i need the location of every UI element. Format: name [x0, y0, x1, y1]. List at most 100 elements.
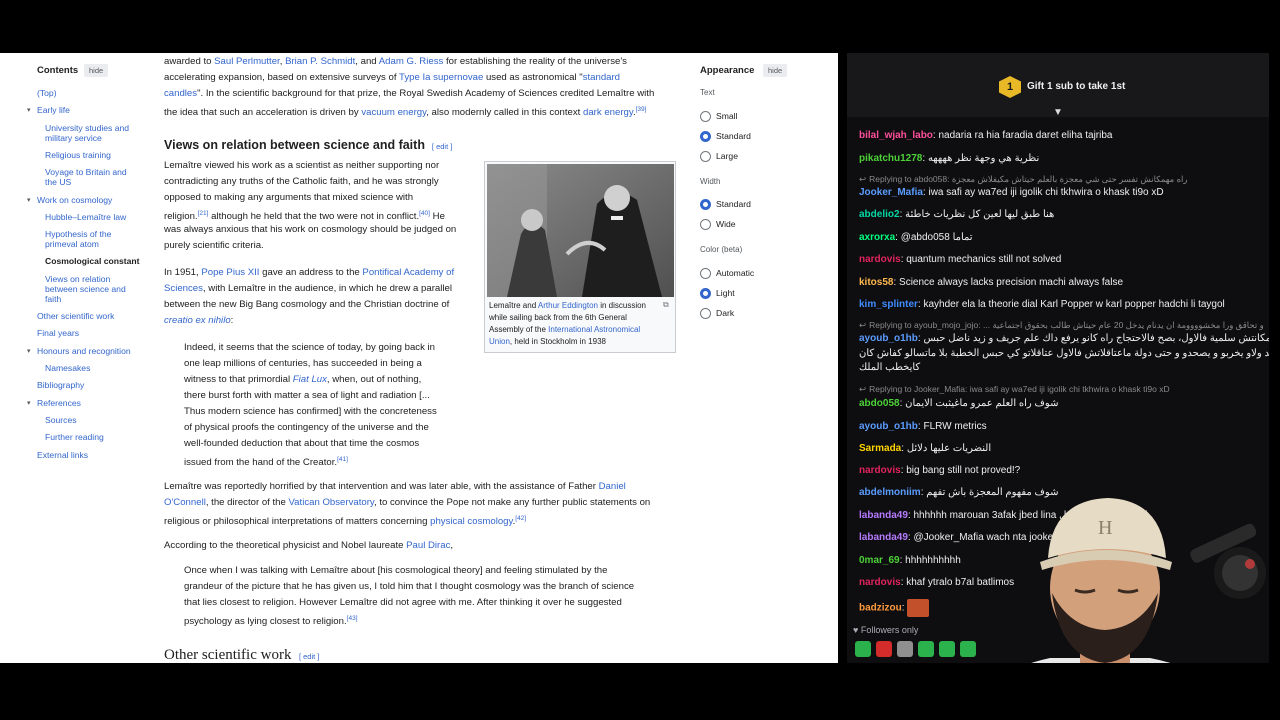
toc-item[interactable]: the US — [45, 177, 71, 187]
chevron-down-icon[interactable]: ▾ — [27, 106, 31, 114]
chat-username[interactable]: Jooker_Mafia — [859, 187, 923, 198]
chat-username[interactable]: abdo058 — [859, 398, 900, 409]
appearance-hide-button[interactable]: hide — [763, 64, 788, 77]
text-size-radio[interactable] — [700, 131, 711, 142]
toc-item[interactable]: Bibliography — [37, 380, 84, 390]
chat-username[interactable]: abdelio2 — [859, 209, 900, 220]
color-radio[interactable] — [700, 308, 711, 319]
wiki-link[interactable]: Type Ia supernovae — [399, 72, 483, 83]
toc-item[interactable]: References — [37, 398, 81, 408]
toc-item[interactable]: Further reading — [45, 432, 104, 442]
text-size-option[interactable]: Standard — [716, 131, 751, 141]
toc-item[interactable]: External links — [37, 450, 88, 460]
chat-username[interactable]: Sarmada — [859, 443, 901, 454]
chat-username[interactable]: ayoub_o1hb — [859, 333, 918, 344]
width-radio[interactable] — [700, 219, 711, 230]
toc-item[interactable]: Other scientific work — [37, 311, 114, 321]
wiki-link[interactable]: creatio ex nihilo — [164, 315, 231, 326]
wiki-link[interactable]: Pope Pius XII — [201, 267, 259, 278]
wiki-link[interactable]: Adam G. Riess — [379, 56, 444, 67]
toc-item[interactable]: Religious training — [45, 150, 111, 160]
toc-item[interactable]: Namesakes — [45, 363, 90, 373]
chat-username[interactable]: nardovis — [859, 577, 901, 588]
wiki-link[interactable]: O'Connell — [164, 497, 206, 508]
wiki-link[interactable]: International Astronomical — [548, 325, 640, 334]
wiki-link[interactable]: Sciences — [164, 283, 203, 294]
gift-sub-text[interactable]: Gift 1 sub to take 1st — [1027, 81, 1125, 92]
chat-username[interactable]: nardovis — [859, 465, 901, 476]
toc-item[interactable]: primeval atom — [45, 239, 99, 249]
toc-item[interactable]: Final years — [37, 328, 79, 338]
chat-username[interactable]: badzizou — [859, 603, 902, 614]
toc-item[interactable]: Views on relation — [45, 274, 110, 284]
wiki-link[interactable]: Saul Perlmutter — [214, 56, 280, 67]
edit-link-2[interactable]: [ edit ] — [299, 652, 319, 661]
toc-item[interactable]: Sources — [45, 415, 77, 425]
width-option[interactable]: Wide — [716, 219, 736, 229]
expand-icon[interactable]: ⧉ — [663, 300, 669, 310]
toc-item[interactable]: Honours and recognition — [37, 346, 131, 356]
citation-ref[interactable]: [43] — [347, 615, 358, 622]
color-option[interactable]: Automatic — [716, 268, 754, 278]
toc-item[interactable]: between science and — [45, 284, 126, 294]
chat-username[interactable]: labanda49 — [859, 510, 908, 521]
chevron-down-icon[interactable]: ▾ — [27, 347, 31, 355]
text-size-option[interactable]: Large — [716, 151, 738, 161]
chat-username[interactable]: kitos58 — [859, 277, 893, 288]
wiki-link[interactable]: Daniel — [599, 481, 626, 492]
toc-item[interactable]: Voyage to Britain and — [45, 167, 127, 177]
toc-item[interactable]: Hypothesis of the — [45, 229, 111, 239]
toc-item[interactable]: University studies and — [45, 123, 129, 133]
color-option[interactable]: Dark — [716, 308, 734, 318]
toc-item[interactable]: Hubble–Lemaître law — [45, 212, 126, 222]
citation-ref[interactable]: [41] — [337, 456, 348, 463]
chat-username[interactable]: axrorxa — [859, 232, 895, 243]
chat-username[interactable]: 0mar_69 — [859, 555, 900, 566]
width-option[interactable]: Standard — [716, 199, 751, 209]
wiki-link[interactable]: candles — [164, 88, 197, 99]
chat-username[interactable]: kim_splinter — [859, 299, 918, 310]
gift-sub-banner[interactable]: 1 Gift 1 sub to take 1st ▼ — [847, 53, 1269, 118]
wiki-link[interactable]: Paul Dirac — [406, 540, 450, 551]
chat-username[interactable]: abdelmoniim — [859, 487, 921, 498]
chat-username[interactable]: nardovis — [859, 254, 901, 265]
text-size-radio[interactable] — [700, 111, 711, 122]
photo-lemaitre-eddington[interactable] — [487, 164, 674, 297]
citation-ref[interactable]: [39] — [636, 106, 647, 113]
toc-item[interactable]: military service — [45, 133, 102, 143]
emote-icon[interactable] — [918, 641, 934, 657]
edit-link[interactable]: [ edit ] — [432, 142, 452, 151]
citation-ref[interactable]: [42] — [515, 515, 526, 522]
wiki-link[interactable]: Pontifical Academy of — [362, 267, 454, 278]
chevron-down-icon[interactable]: ▾ — [27, 399, 31, 407]
wiki-link[interactable]: standard — [583, 72, 620, 83]
emote-icon[interactable] — [897, 641, 913, 657]
color-option[interactable]: Light — [716, 288, 735, 298]
chevron-down-icon[interactable]: ▾ — [27, 196, 31, 204]
color-radio[interactable] — [700, 268, 711, 279]
toc-hide-button[interactable]: hide — [84, 64, 109, 77]
chevron-down-icon[interactable]: ▼ — [1051, 108, 1065, 118]
toc-item[interactable]: Cosmological constant — [45, 256, 140, 266]
color-radio[interactable] — [700, 288, 711, 299]
wiki-link[interactable]: Arthur Eddington — [538, 301, 598, 310]
emote-icon[interactable] — [855, 641, 871, 657]
width-radio[interactable] — [700, 199, 711, 210]
citation-ref[interactable]: [21] — [198, 210, 209, 217]
wiki-link[interactable]: Vatican Observatory — [289, 497, 375, 508]
chat-username[interactable]: ayoub_o1hb — [859, 421, 918, 432]
wiki-link[interactable]: Fiat Lux — [293, 374, 327, 385]
text-size-option[interactable]: Small — [716, 111, 738, 121]
wiki-link[interactable]: vacuum energy — [361, 107, 426, 118]
wiki-link[interactable]: physical cosmology — [430, 516, 512, 527]
text-size-radio[interactable] — [700, 151, 711, 162]
wiki-link[interactable]: Brian P. Schmidt — [285, 56, 355, 67]
chat-username[interactable]: bilal_wjah_labo — [859, 130, 933, 141]
emote-icon[interactable] — [876, 641, 892, 657]
toc-item[interactable]: Work on cosmology — [37, 195, 112, 205]
chat-username[interactable]: pikatchu1278 — [859, 153, 922, 164]
wiki-link[interactable]: dark energy — [583, 107, 633, 118]
toc-item[interactable]: Early life — [37, 105, 70, 115]
chat-username[interactable]: labanda49 — [859, 532, 908, 543]
toc-item[interactable]: faith — [45, 294, 61, 304]
